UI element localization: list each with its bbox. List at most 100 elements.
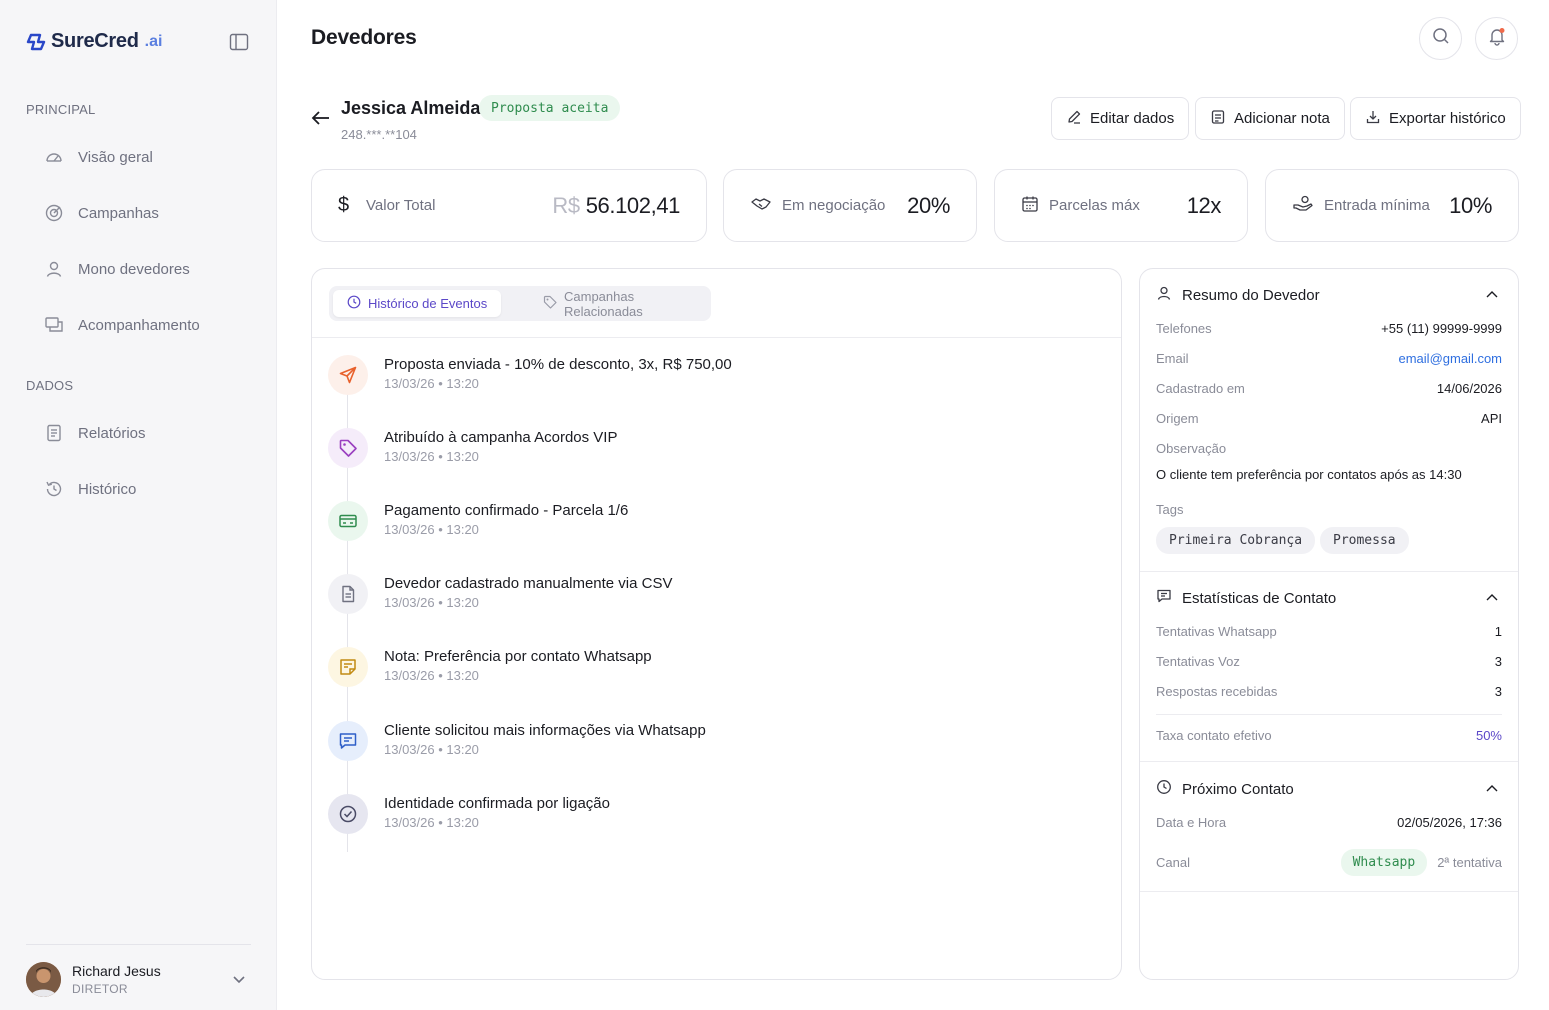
field-label: Canal	[1156, 855, 1190, 870]
summary-registered-row: Cadastrado em 14/06/2026	[1156, 381, 1502, 396]
next-contact-header[interactable]: Próximo Contato	[1156, 779, 1294, 799]
event-item: Proposta enviada - 10% de desconto, 3x, …	[328, 355, 732, 395]
hand-coins-icon	[1292, 195, 1314, 217]
export-history-button[interactable]: Exportar histórico	[1350, 97, 1521, 140]
tab-bar: Histórico de Eventos Campanhas Relaciona…	[329, 286, 711, 321]
section-title: Resumo do Devedor	[1182, 286, 1320, 304]
debtor-document: 248.***.**104	[341, 127, 417, 142]
sidebar-item-label: Visão geral	[78, 148, 153, 166]
attempt-label: 2ª tentativa	[1437, 855, 1502, 870]
calendar-icon	[1021, 195, 1039, 217]
tab-related-campaigns[interactable]: Campanhas Relacionadas	[529, 288, 711, 319]
email-link[interactable]: email@gmail.com	[1399, 351, 1503, 366]
check-circle-icon	[328, 794, 368, 834]
sidebar-item-acompanhamento[interactable]: Acompanhamento	[44, 313, 200, 337]
document-icon	[328, 574, 368, 614]
add-note-button[interactable]: Adicionar nota	[1195, 97, 1345, 140]
chevron-up-icon[interactable]	[1485, 782, 1499, 800]
clock-icon	[347, 295, 361, 312]
registered-value: 14/06/2026	[1436, 381, 1502, 396]
chevron-up-icon[interactable]	[1485, 591, 1499, 609]
brand-suffix: .ai	[144, 32, 163, 50]
datetime-value: 02/05/2026, 17:36	[1397, 815, 1502, 830]
section-title: Estatísticas de Contato	[1182, 589, 1337, 607]
sidebar-item-mono-devedores[interactable]: Mono devedores	[44, 257, 190, 281]
event-title: Nota: Preferência por contato Whatsapp	[384, 648, 652, 665]
event-title: Atribuído à campanha Acordos VIP	[384, 429, 618, 446]
stat-value: 12x	[1186, 192, 1222, 218]
event-title: Devedor cadastrado manualmente via CSV	[384, 575, 673, 592]
event-item: Nota: Preferência por contato Whatsapp 13…	[328, 647, 652, 687]
stat-card-installments: Parcelas máx 12x	[994, 169, 1248, 242]
chevron-up-icon[interactable]	[1485, 288, 1499, 306]
bell-icon	[1487, 26, 1507, 51]
sidebar-item-visao-geral[interactable]: Visão geral	[44, 145, 153, 169]
contact-stats-header[interactable]: Estatísticas de Contato	[1156, 588, 1336, 608]
tab-label: Histórico de Eventos	[368, 296, 488, 311]
field-label: Cadastrado em	[1156, 381, 1245, 396]
summary-note-row: O cliente tem preferência por contatos a…	[1156, 467, 1502, 482]
tab-event-history[interactable]: Histórico de Eventos	[333, 290, 502, 317]
channel-badge: Whatsapp	[1340, 849, 1428, 876]
divider	[26, 944, 251, 945]
debtor-details-panel: Resumo do Devedor Telefones +55 (11) 9999…	[1139, 268, 1519, 980]
search-button[interactable]	[1419, 17, 1462, 60]
dollar-icon: $	[338, 194, 350, 216]
field-label: Origem	[1156, 411, 1199, 426]
field-label: Tags	[1156, 502, 1184, 517]
stat-row: Respostas recebidas 3	[1156, 684, 1502, 699]
avatar	[26, 962, 61, 997]
sidebar: SureCred .ai PRINCIPAL Visão geral Campan…	[0, 0, 277, 1010]
tag-chip: Primeira Cobrança	[1156, 527, 1316, 554]
pencil-icon	[1066, 109, 1082, 129]
edit-data-button[interactable]: Editar dados	[1051, 97, 1190, 140]
field-label: Taxa contato efetivo	[1156, 728, 1272, 743]
chevron-down-icon[interactable]	[231, 973, 247, 992]
brand-name: SureCred	[51, 30, 139, 52]
sidebar-item-relatorios[interactable]: Relatórios	[44, 421, 146, 445]
sidebar-item-campanhas[interactable]: Campanhas	[44, 201, 159, 225]
field-label: Telefones	[1156, 321, 1212, 336]
stat-value: 56.102,41	[585, 192, 681, 218]
events-panel: Histórico de Eventos Campanhas Relaciona…	[311, 268, 1122, 980]
event-item: Cliente solicitou mais informações via W…	[328, 721, 706, 761]
stat-row: Tentativas Voz 3	[1156, 654, 1502, 669]
voice-attempts-value: 3	[1494, 654, 1502, 669]
divider	[312, 337, 1121, 338]
notifications-button[interactable]	[1475, 17, 1518, 60]
event-title: Pagamento confirmado - Parcela 1/6	[384, 502, 629, 519]
report-icon	[44, 423, 64, 443]
note-icon	[328, 647, 368, 687]
field-label: Data e Hora	[1156, 815, 1227, 830]
event-item: Atribuído à campanha Acordos VIP 13/03/26…	[328, 428, 617, 468]
stat-value: 10%	[1449, 192, 1492, 218]
stat-card-entry: Entrada mínima 10%	[1265, 169, 1519, 242]
send-icon	[328, 355, 368, 395]
edit-data-label: Editar dados	[1090, 110, 1175, 127]
gauge-icon	[44, 147, 64, 167]
stat-card-total: $ Valor Total R$ 56.102,41	[311, 169, 707, 242]
sidebar-item-label: Relatórios	[78, 424, 146, 442]
tab-label: Campanhas Relacionadas	[564, 288, 643, 319]
event-time: 13/03/26 • 13:20	[384, 522, 479, 537]
field-label: Observação	[1156, 441, 1227, 456]
field-label: Tentativas Voz	[1156, 654, 1240, 669]
brand-logo[interactable]: SureCred .ai	[26, 30, 162, 53]
next-contact-channel-row: Canal Whatsapp 2ª tentativa	[1156, 849, 1502, 876]
history-icon	[44, 479, 64, 499]
sidebar-item-label: Histórico	[78, 480, 137, 498]
user-name: Richard Jesus	[72, 963, 161, 979]
back-arrow-icon[interactable]	[311, 109, 331, 132]
sidebar-item-historico[interactable]: Histórico	[44, 477, 136, 501]
stat-label: Parcelas máx	[1049, 197, 1140, 214]
sidebar-toggle-icon[interactable]	[229, 33, 249, 51]
user-profile[interactable]: Richard Jesus DIRETOR	[26, 962, 161, 997]
note-value: O cliente tem preferência por contatos a…	[1156, 467, 1462, 482]
user-role: DIRETOR	[72, 982, 128, 996]
summary-header[interactable]: Resumo do Devedor	[1156, 285, 1320, 305]
event-item: Devedor cadastrado manualmente via CSV 13…	[328, 574, 673, 614]
field-label: Email	[1156, 351, 1189, 366]
sidebar-item-label: Mono devedores	[78, 260, 190, 278]
stat-label: Valor Total	[366, 197, 436, 214]
section-label-dados: DADOS	[26, 378, 74, 393]
